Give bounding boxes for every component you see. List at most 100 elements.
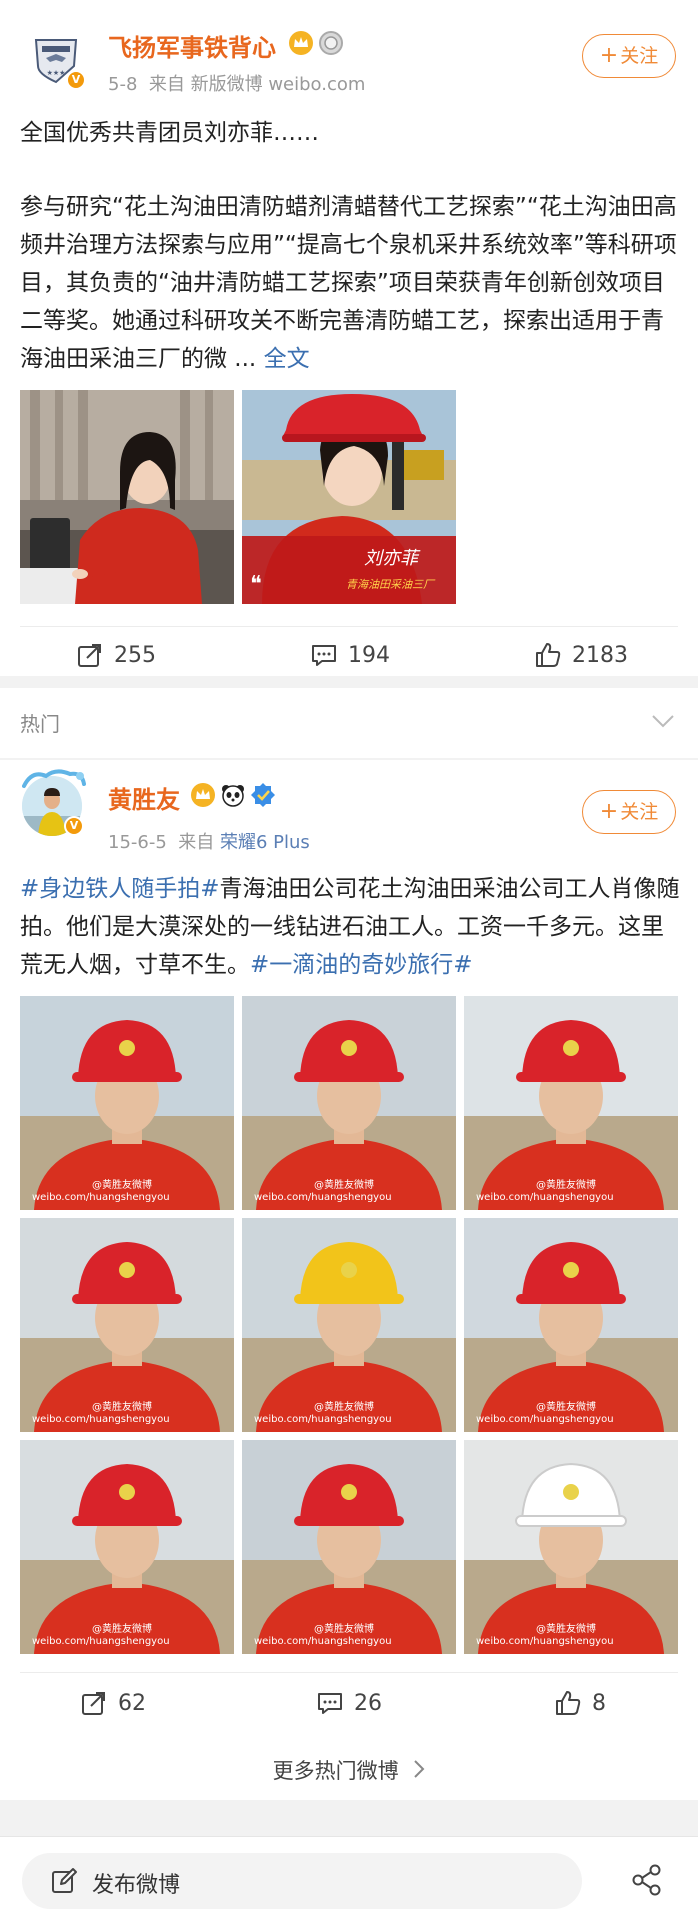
post-card-1: ★★★ V 飞扬军事铁背心 5-8 来自 新版微博 weibo.com + 关注 …: [0, 0, 698, 676]
watermark-handle: @黄胜友微博: [92, 1624, 152, 1635]
panda-icon: [220, 782, 246, 812]
watermark-handle: @黄胜友微博: [92, 1180, 152, 1191]
repost-button[interactable]: 62: [80, 1681, 146, 1725]
post-photo[interactable]: @黄胜友微博 weibo.com/huangshengyou: [464, 1440, 678, 1654]
watermark-handle: @黄胜友微博: [314, 1180, 374, 1191]
plus-icon: +: [599, 43, 619, 68]
post2-actions: 62 26 8: [0, 1681, 698, 1725]
office-worker-image: [20, 390, 234, 604]
watermark-url: weibo.com/huangshengyou: [254, 1192, 392, 1203]
watermark-url: weibo.com/huangshengyou: [254, 1636, 392, 1647]
caption-sub: 青海油田采油三厂: [346, 578, 434, 591]
chevron-down-icon[interactable]: [650, 712, 676, 734]
quote-icon: ❝: [250, 572, 262, 597]
watermark-url: weibo.com/huangshengyou: [254, 1414, 392, 1425]
post-photo[interactable]: @黄胜友微博 weibo.com/huangshengyou: [20, 1218, 234, 1432]
watermark-url: weibo.com/huangshengyou: [32, 1192, 170, 1203]
watermark-handle: @黄胜友微博: [536, 1180, 596, 1191]
source-prefix: 来自: [178, 832, 215, 853]
plus-icon: +: [599, 799, 619, 824]
hashtag-link[interactable]: #身边铁人随手拍#: [20, 876, 220, 902]
divider: [20, 1672, 678, 1673]
post-text: 参与研究“花土沟油田清防蜡剂清蜡替代工艺探索”“花土沟油田高频井治理方法探索与应…: [20, 188, 680, 378]
comment-button[interactable]: 26: [316, 1681, 382, 1725]
caption-name: 刘亦菲: [364, 548, 418, 569]
hot-section-header: 热门: [0, 688, 698, 758]
like-icon: [556, 1691, 581, 1715]
like-button[interactable]: 2183: [534, 633, 628, 677]
full-text-link[interactable]: 全文: [264, 346, 310, 372]
comment-count: 194: [348, 642, 390, 668]
like-count: 2183: [572, 642, 628, 668]
watermark-handle: @黄胜友微博: [314, 1624, 374, 1635]
follow-button[interactable]: + 关注: [582, 790, 676, 834]
follow-button[interactable]: + 关注: [582, 34, 676, 78]
worker-portrait-image: [20, 1440, 234, 1654]
photo-watermark: @黄胜友微博 weibo.com/huangshengyou: [32, 1180, 170, 1204]
watermark-handle: @黄胜友微博: [536, 1624, 596, 1635]
post-source[interactable]: 新版微博 weibo.com: [191, 74, 366, 95]
username[interactable]: 黄胜友: [108, 780, 180, 815]
like-button[interactable]: 8: [554, 1681, 606, 1725]
repost-icon: [82, 1692, 105, 1715]
username[interactable]: 飞扬军事铁背心: [108, 28, 276, 63]
post-meta: 5-8 来自 新版微博 weibo.com: [108, 70, 365, 96]
post-photo[interactable]: @黄胜友微博 weibo.com/huangshengyou: [242, 1218, 456, 1432]
medal-icon: [318, 30, 344, 60]
repost-count: 62: [118, 1690, 146, 1716]
post-date: 5-8: [108, 74, 138, 95]
worker-portrait-image: [464, 1440, 678, 1654]
chevron-right-icon: [413, 1747, 425, 1797]
post-meta: 15-6-5 来自 荣耀6 Plus: [108, 828, 310, 854]
avatar-decoration-icon: [22, 768, 86, 794]
comment-icon: [312, 645, 336, 666]
photo-watermark: @黄胜友微博 weibo.com/huangshengyou: [476, 1624, 614, 1648]
photo-watermark: @黄胜友微博 weibo.com/huangshengyou: [476, 1180, 614, 1204]
post-photo[interactable]: @黄胜友微博 weibo.com/huangshengyou: [464, 1218, 678, 1432]
photo-grid: @黄胜友微博 weibo.com/huangshengyou @黄胜友微博 weibo…: [0, 996, 698, 1656]
bottom-bar: 发布微博: [0, 1836, 698, 1920]
post-photo[interactable]: @黄胜友微博 weibo.com/huangshengyou: [20, 1440, 234, 1654]
post-date: 15-6-5: [108, 832, 167, 853]
comment-count: 26: [354, 1690, 382, 1716]
comment-button[interactable]: 194: [310, 633, 390, 677]
ellipsis: ...: [227, 346, 264, 372]
worker-portrait-image: [20, 1218, 234, 1432]
photo-watermark: @黄胜友微博 weibo.com/huangshengyou: [32, 1402, 170, 1426]
verified-badge-icon: V: [64, 816, 84, 836]
watermark-url: weibo.com/huangshengyou: [476, 1414, 614, 1425]
worker-portrait-image: [242, 1218, 456, 1432]
watermark-url: weibo.com/huangshengyou: [32, 1636, 170, 1647]
post-photo[interactable]: [20, 390, 234, 604]
watermark-handle: @黄胜友微博: [314, 1402, 374, 1413]
publish-label: 发布微博: [92, 1873, 181, 1898]
watermark-url: weibo.com/huangshengyou: [32, 1414, 170, 1425]
like-icon: [536, 643, 561, 667]
edit-icon: [50, 1867, 78, 1899]
crown-icon: [190, 782, 216, 812]
post-photo[interactable]: @黄胜友微博 weibo.com/huangshengyou: [242, 1440, 456, 1654]
post-source[interactable]: 荣耀6 Plus: [220, 832, 310, 853]
worker-portrait-image: [20, 996, 234, 1210]
photo-watermark: @黄胜友微博 weibo.com/huangshengyou: [32, 1624, 170, 1648]
repost-button[interactable]: 255: [76, 633, 156, 677]
post-photo[interactable]: 刘亦菲 青海油田采油三厂 ❝: [242, 390, 456, 604]
blue-badge-icon: [250, 782, 276, 812]
comment-icon: [318, 1693, 342, 1714]
worker-portrait-image: [464, 996, 678, 1210]
share-icon[interactable]: [630, 1863, 664, 1901]
watermark-handle: @黄胜友微博: [92, 1402, 152, 1413]
post-photo[interactable]: @黄胜友微博 weibo.com/huangshengyou: [242, 996, 456, 1210]
worker-portrait-image: [464, 1218, 678, 1432]
post-text: #身边铁人随手拍#青海油田公司花土沟油田采油公司工人肖像随拍。他们是大漠深处的一…: [20, 870, 680, 984]
worker-portrait-image: [242, 996, 456, 1210]
follow-label: 关注: [620, 45, 659, 67]
post-photo[interactable]: @黄胜友微博 weibo.com/huangshengyou: [20, 996, 234, 1210]
watermark-url: weibo.com/huangshengyou: [476, 1636, 614, 1647]
more-hot-link[interactable]: 更多热门微博: [0, 1746, 698, 1796]
photo-caption: 刘亦菲 青海油田采油三厂 ❝: [242, 536, 456, 604]
hot-label: 热门: [20, 712, 60, 736]
post-photo[interactable]: @黄胜友微博 weibo.com/huangshengyou: [464, 996, 678, 1210]
publish-button[interactable]: 发布微博: [22, 1853, 582, 1909]
hashtag-link[interactable]: #一滴油的奇妙旅行#: [250, 952, 473, 978]
